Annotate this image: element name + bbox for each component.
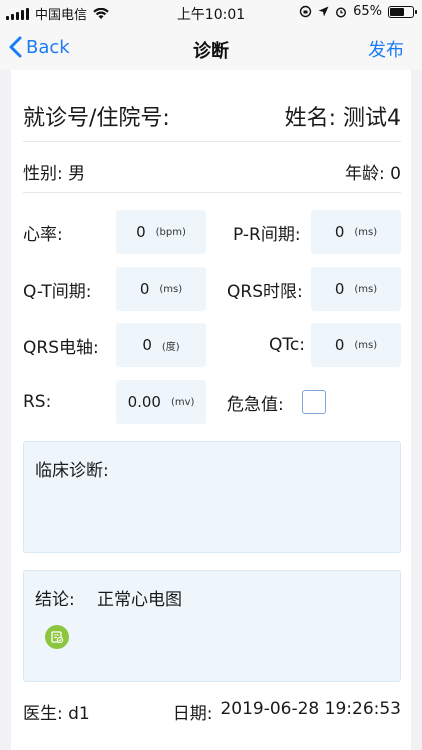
qrs-axis-field[interactable]: 0 (度) xyxy=(116,323,206,367)
date-label: 日期: xyxy=(172,703,213,724)
sex-value: 男 xyxy=(68,163,86,184)
conclusion-label: 结论: xyxy=(35,590,75,610)
critical-value-checkbox[interactable] xyxy=(302,390,326,414)
age-field: 年龄: 0 xyxy=(345,159,401,184)
back-label: Back xyxy=(26,36,70,58)
pr-interval-unit: (ms) xyxy=(354,226,378,238)
doctor-field: 医生: d1 xyxy=(23,699,90,724)
heart-rate-value: 0 xyxy=(136,223,146,241)
visit-number-label: 就诊号/住院号: xyxy=(23,106,170,131)
rotation-lock-icon xyxy=(299,5,312,18)
age-label: 年龄: xyxy=(345,163,385,184)
qtc-value: 0 xyxy=(334,336,345,354)
qt-interval-field[interactable]: 0 (ms) xyxy=(116,267,206,311)
pr-interval-value: 0 xyxy=(334,223,345,241)
doctor-value: d1 xyxy=(68,703,90,724)
doctor-label: 医生: xyxy=(23,703,63,724)
status-right: 65% xyxy=(299,4,417,19)
status-bar: 中国电信 上午10:01 65% xyxy=(0,0,422,26)
alarm-icon xyxy=(336,6,347,18)
qrs-axis-unit: (度) xyxy=(161,341,180,353)
pr-interval-label: P-R间期: xyxy=(233,224,301,245)
back-button[interactable]: Back xyxy=(8,36,70,58)
qrs-duration-value: 0 xyxy=(334,280,345,298)
qtc-field[interactable]: 0 (ms) xyxy=(311,323,401,367)
sign-document-icon xyxy=(51,631,64,644)
patient-name-label: 姓名: xyxy=(284,106,336,131)
qt-interval-value: 0 xyxy=(139,280,150,298)
divider xyxy=(23,192,401,193)
qrs-axis-label: QRS电轴: xyxy=(23,337,99,358)
conclusion-value: 正常心电图 xyxy=(97,590,182,610)
sex-label: 性别: xyxy=(23,163,63,184)
rs-unit: (mv) xyxy=(170,396,195,408)
qrs-duration-label: QRS时限: xyxy=(227,281,303,302)
qrs-duration-unit: (ms) xyxy=(354,283,378,295)
patient-name: 姓名: 测试4 xyxy=(285,100,401,132)
rs-value: 0.00 xyxy=(127,393,161,411)
heart-rate-field[interactable]: 0 (bpm) xyxy=(116,210,206,254)
date-field: 日期: 2019-06-28 19:26:53 xyxy=(173,699,401,724)
battery-icon xyxy=(388,5,417,18)
footer-row: 医生: d1 日期: 2019-06-28 19:26:53 xyxy=(23,698,401,724)
qt-interval-label: Q-T间期: xyxy=(23,281,92,302)
publish-button[interactable]: 发布 xyxy=(368,36,404,62)
rs-label: RS: xyxy=(23,392,52,412)
patient-info-row: 性别: 男 年龄: 0 xyxy=(23,156,401,186)
heart-rate-unit: (bpm) xyxy=(155,226,186,238)
patient-header-row: 就诊号/住院号: 姓名: 测试4 xyxy=(23,96,401,136)
battery-percent: 65% xyxy=(353,4,382,19)
signature-button[interactable] xyxy=(45,625,69,649)
patient-name-value: 测试4 xyxy=(343,106,401,131)
clinical-diagnosis-field[interactable]: 临床诊断: xyxy=(23,441,401,553)
navigation-bar: Back 诊断 发布 xyxy=(0,26,422,70)
critical-value-label: 危急值: xyxy=(227,394,284,415)
age-value: 0 xyxy=(390,163,401,184)
qrs-axis-value: 0 xyxy=(142,336,152,354)
chevron-left-icon xyxy=(9,36,22,58)
qtc-label: QTc: xyxy=(269,335,305,355)
diagnosis-card: 就诊号/住院号: 姓名: 测试4 性别: 男 年龄: 0 心率: 0 (bpm)… xyxy=(11,70,411,750)
clinical-diagnosis-label: 临床诊断: xyxy=(35,461,109,481)
sex-field: 性别: 男 xyxy=(23,159,85,184)
qt-interval-unit: (ms) xyxy=(159,283,183,295)
pr-interval-field[interactable]: 0 (ms) xyxy=(311,210,401,254)
date-value: 2019-06-28 19:26:53 xyxy=(220,698,401,719)
conclusion-field[interactable]: 结论: 正常心电图 xyxy=(23,570,401,682)
divider xyxy=(23,141,401,142)
qrs-duration-field[interactable]: 0 (ms) xyxy=(311,267,401,311)
rs-field[interactable]: 0.00 (mv) xyxy=(116,380,206,424)
heart-rate-label: 心率: xyxy=(23,224,63,245)
qtc-unit: (ms) xyxy=(354,339,378,351)
location-icon xyxy=(318,6,329,17)
